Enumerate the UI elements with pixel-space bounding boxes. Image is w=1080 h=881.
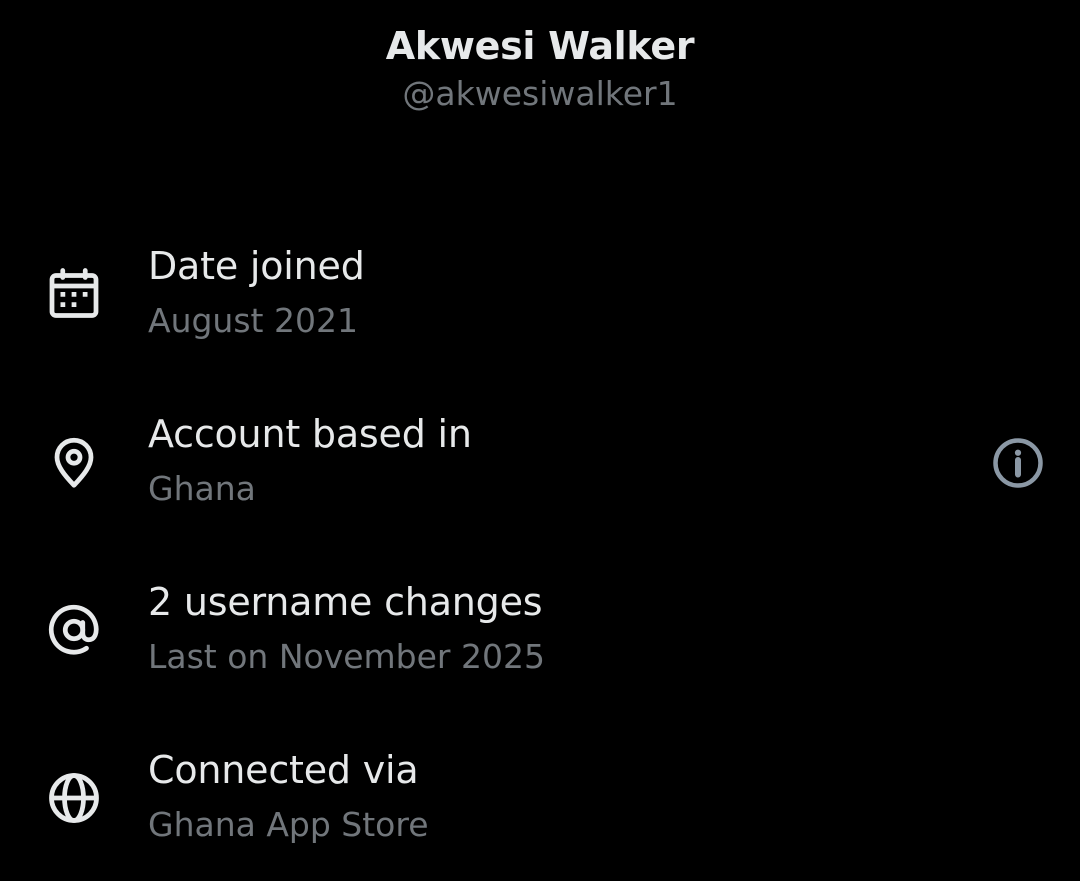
info-icon[interactable] [988, 433, 1048, 493]
at-sign-icon [44, 600, 104, 660]
info-row-username-changes: 2 username changes Last on November 2025 [0, 577, 1080, 697]
row-title: Date joined [148, 244, 365, 288]
info-row-account-based-in: Account based in Ghana [0, 409, 1080, 529]
row-title: Account based in [148, 412, 472, 456]
calendar-icon [44, 264, 104, 324]
account-info-list: Date joined August 2021 Account based in… [0, 0, 1080, 881]
row-title: Connected via [148, 748, 419, 792]
row-subtitle: Ghana [148, 469, 256, 508]
globe-icon [44, 768, 104, 828]
row-subtitle: Ghana App Store [148, 805, 429, 844]
location-pin-icon [44, 432, 104, 492]
row-subtitle: August 2021 [148, 301, 358, 340]
info-row-date-joined: Date joined August 2021 [0, 241, 1080, 361]
row-subtitle: Last on November 2025 [148, 637, 545, 676]
row-title: 2 username changes [148, 580, 543, 624]
info-row-connected-via: Connected via Ghana App Store [0, 745, 1080, 865]
